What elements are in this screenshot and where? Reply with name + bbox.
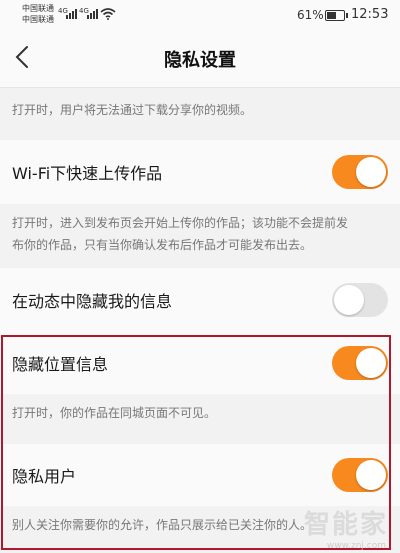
toggle-knob [356,157,386,187]
private-user-label: 隐私用户 [12,467,77,486]
wifi-upload-description-line-2: 布你的作品，只有当你确认发布后作品才可能发布出去。 [12,238,313,252]
page-title: 隐私设置 [164,50,236,71]
carrier-label-2: 中国联通 [22,15,54,24]
wifi-upload-description: 打开时，进入到发布页会开始上传你的作品；该功能不会提前发 布你的作品，只有当你确… [0,204,400,266]
toggle-knob [356,460,386,490]
wifi-upload-toggle[interactable] [332,155,388,189]
signal-icon-2 [87,9,98,19]
wifi-upload-description-line-1: 打开时，进入到发布页会开始上传你的作品；该功能不会提前发 [12,216,349,230]
hide-location-toggle[interactable] [332,346,388,380]
wifi-icon [100,8,116,20]
setting-row-wifi-upload: Wi-Fi下快速上传作品 [0,140,400,204]
watermark-url: www.znj.com [326,541,386,551]
download-share-description: 打开时，用户将无法通过下载分享你的视频。 [0,88,400,132]
setting-row-hide-location: 隐藏位置信息 [0,332,400,394]
hide-activity-toggle[interactable] [332,283,388,317]
hide-location-label: 隐藏位置信息 [12,355,109,374]
toggle-knob [334,285,364,315]
toggle-knob [356,348,386,378]
wifi-upload-label: Wi-Fi下快速上传作品 [12,164,163,183]
setting-row-hide-activity: 在动态中隐藏我的信息 [0,268,400,332]
clock: 12:53 [351,7,389,22]
status-bar: 中国联通 中国联通 4G 4G 61% 12:53 [0,0,400,30]
hide-location-description: 打开时，你的作品在同城页面不可见。 [0,394,400,442]
battery-icon [325,10,348,21]
signal-icon-1 [66,9,77,19]
battery-percent: 61% [297,8,324,22]
carrier-label-1: 中国联通 [22,4,54,13]
nav-bar: 隐私设置 [0,30,400,88]
setting-row-private-user: 隐私用户 [0,444,400,506]
hide-activity-label: 在动态中隐藏我的信息 [12,292,173,311]
watermark-logo: 智能家 [303,510,388,540]
private-user-toggle[interactable] [332,458,388,492]
